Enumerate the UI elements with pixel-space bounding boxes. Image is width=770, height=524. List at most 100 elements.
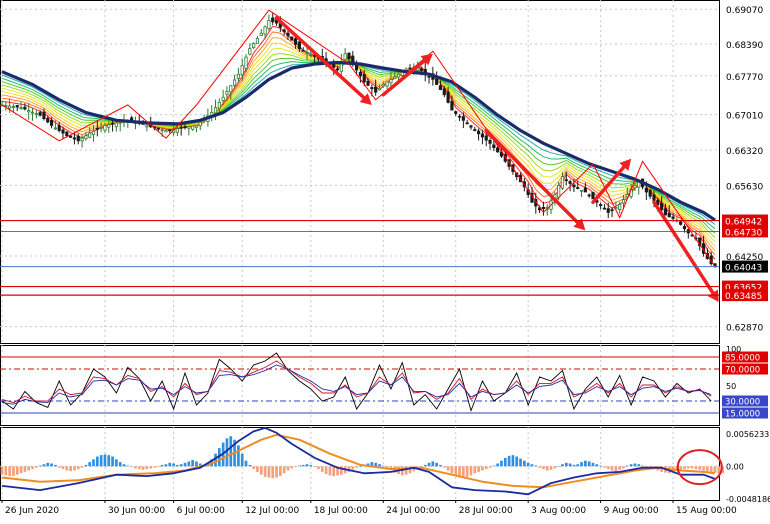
macd-histogram-bar <box>683 466 686 470</box>
macd-histogram-bar <box>553 466 557 469</box>
x-tick-label: 28 Jul 00:00 <box>459 506 513 516</box>
candle-body <box>69 135 73 138</box>
macd-histogram-bar <box>176 464 179 467</box>
macd-histogram-bar <box>286 466 290 471</box>
candle-body <box>198 121 202 127</box>
macd-histogram-bar <box>27 466 31 471</box>
rsi-y-tick: 50 <box>726 382 736 391</box>
macd-histogram-bar <box>134 466 137 469</box>
candle-body <box>217 101 221 109</box>
macd-histogram-bar <box>614 466 618 472</box>
candle-body <box>309 53 313 56</box>
macd-histogram-bar <box>282 466 286 474</box>
candle-body <box>606 208 610 213</box>
macd-histogram-bar <box>492 465 496 467</box>
rsi-level-label: 70.0000 <box>725 366 760 376</box>
candle-body <box>164 130 168 133</box>
macd-histogram-bar <box>690 466 694 469</box>
candle-body <box>366 80 370 86</box>
x-tick-label: 24 Jul 00:00 <box>386 506 440 516</box>
candle-body <box>347 52 351 60</box>
macd-histogram-bar <box>237 445 240 467</box>
current-price-label: 0.64043 <box>725 264 762 274</box>
candle-body <box>236 73 240 79</box>
macd-histogram-bar <box>267 466 271 478</box>
macd-histogram-bar <box>534 465 538 467</box>
macd-histogram-bar <box>278 466 282 477</box>
candle-body <box>446 91 450 103</box>
macd-histogram-bar <box>633 463 637 467</box>
macd-histogram-bar <box>351 466 355 470</box>
candle-body <box>568 181 572 184</box>
macd-histogram-bar <box>545 466 549 471</box>
macd-histogram-bar <box>80 466 84 468</box>
macd-histogram-bar <box>481 466 484 471</box>
candle-body <box>114 122 118 128</box>
candle-body <box>572 184 576 188</box>
candle-body <box>377 87 382 91</box>
macd-histogram-bar <box>61 466 65 470</box>
candle-body <box>393 76 397 80</box>
macd-histogram-bar <box>88 462 92 467</box>
macd-histogram-bar <box>50 463 53 467</box>
candle-body <box>442 88 446 96</box>
candle-body <box>408 67 412 70</box>
macd-histogram-bar <box>122 464 126 467</box>
candle-body <box>362 74 366 83</box>
candle-body <box>255 37 260 44</box>
macd-histogram-bar <box>69 466 72 472</box>
macd-histogram-bar <box>103 454 107 467</box>
macd-histogram-bar <box>84 464 88 467</box>
candle-body <box>473 129 477 131</box>
x-tick-label: 15 Aug 00:00 <box>676 506 737 516</box>
macd-histogram-bar <box>423 464 427 467</box>
macd-histogram-bar <box>679 466 683 470</box>
candle-body <box>671 216 675 219</box>
candle-body <box>343 53 347 61</box>
candle-body <box>8 105 12 109</box>
candle-body <box>679 221 683 225</box>
candle-body <box>271 17 275 23</box>
candle-body <box>354 64 359 71</box>
macd-histogram-bar <box>107 455 111 467</box>
macd-histogram-bar <box>0 466 4 475</box>
x-tick-label: 26 Jun 2020 <box>5 506 59 516</box>
ribbon-ma-line <box>1 25 716 260</box>
candle-body <box>667 212 671 218</box>
macd-histogram-bar <box>706 466 709 472</box>
macd-histogram-bar <box>214 453 217 467</box>
macd-histogram-bar <box>584 460 587 467</box>
candle-body <box>663 208 668 216</box>
candle-body <box>576 187 580 189</box>
macd-histogram-bar <box>599 465 602 467</box>
candle-body <box>496 147 500 153</box>
macd-histogram-bar <box>301 464 305 467</box>
macd-histogram-bar <box>359 466 362 467</box>
macd-histogram-bar <box>317 466 320 470</box>
macd-histogram-bar <box>145 466 149 470</box>
candle-body <box>213 107 218 114</box>
candle-body <box>492 144 496 149</box>
candle-body <box>244 56 248 69</box>
macd-histogram-bar <box>427 462 431 467</box>
macd-histogram-bar <box>156 466 160 468</box>
candle-body <box>99 126 103 129</box>
candle-body <box>293 38 298 45</box>
candle-body <box>557 185 561 198</box>
candle-body <box>61 129 65 134</box>
macd-histogram-bar <box>137 466 141 470</box>
candle-body <box>396 73 401 78</box>
macd-histogram-bar <box>179 464 183 467</box>
chart-window: 0.69070 0.68390 0.67770 0.67010 0.66320 0.656… <box>0 0 770 520</box>
macd-histogram-bar <box>568 463 572 467</box>
candle-body <box>183 126 187 129</box>
macd-histogram-bar <box>439 464 442 467</box>
macd-histogram-bar <box>442 466 446 468</box>
candle-body <box>80 137 84 142</box>
macd-histogram-bar <box>183 462 187 467</box>
macd-histogram-bar <box>99 455 103 467</box>
candle-body <box>286 32 290 37</box>
macd-histogram-bar <box>572 464 576 467</box>
x-tick-label: 30 Jun 00:00 <box>108 506 165 516</box>
macd-histogram-bar <box>164 464 168 467</box>
